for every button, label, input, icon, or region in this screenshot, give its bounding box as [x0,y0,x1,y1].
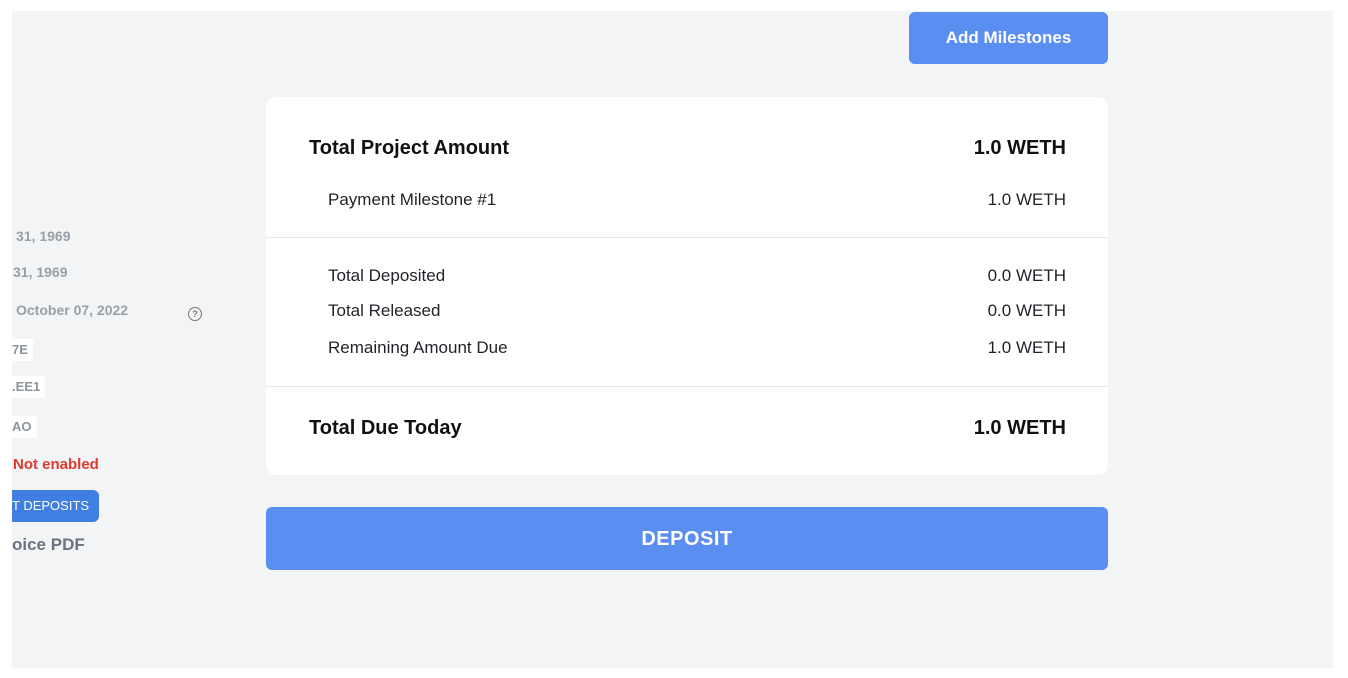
milestone-row: Payment Milestone #1 1.0 WETH [266,190,1108,214]
start-date-text: 31, 1969 [16,228,71,244]
remaining-amount-row: Remaining Amount Due 1.0 WETH [266,338,1108,362]
total-due-value: 1.0 WETH [973,417,1066,439]
deposits-button[interactable]: T DEPOSITS [12,490,100,522]
safety-valve-date-text: October 07, 2022 [16,302,129,318]
total-deposited-value: 0.0 WETH [987,266,1066,285]
status-not-enabled: Not enabled [13,456,99,473]
end-date-text: 31, 1969 [13,264,68,280]
remaining-amount-label: Remaining Amount Due [328,338,508,357]
add-milestones-button[interactable]: Add Milestones [909,12,1108,64]
invoice-pdf-link[interactable]: oice PDF [12,535,85,555]
total-released-row: Total Released 0.0 WETH [266,301,1108,325]
total-released-value: 0.0 WETH [987,301,1066,320]
total-due-row: Total Due Today 1.0 WETH [266,417,1108,441]
address-tag-provider[interactable]: .EE1 [12,376,46,398]
total-due-label: Total Due Today [309,417,462,439]
address-tag-client[interactable]: 7E [12,339,33,361]
total-deposited-label: Total Deposited [328,266,446,285]
milestone-label: Payment Milestone #1 [328,190,497,209]
divider [266,237,1108,238]
question-circle-icon[interactable]: ? [188,307,202,321]
total-project-label: Total Project Amount [309,137,509,159]
address-tag-arbitration[interactable]: AO [12,416,37,438]
divider [266,386,1108,387]
milestone-value: 1.0 WETH [987,190,1066,209]
app-background: 31, 1969 31, 1969 October 07, 2022 ? 7E … [12,11,1333,668]
remaining-amount-value: 1.0 WETH [987,338,1066,357]
total-released-label: Total Released [328,301,441,320]
payment-summary-card: Total Project Amount 1.0 WETH Payment Mi… [266,97,1108,475]
total-project-value: 1.0 WETH [973,137,1066,159]
total-project-row: Total Project Amount 1.0 WETH [266,137,1108,161]
deposit-button[interactable]: DEPOSIT [266,507,1108,570]
total-deposited-row: Total Deposited 0.0 WETH [266,266,1108,290]
